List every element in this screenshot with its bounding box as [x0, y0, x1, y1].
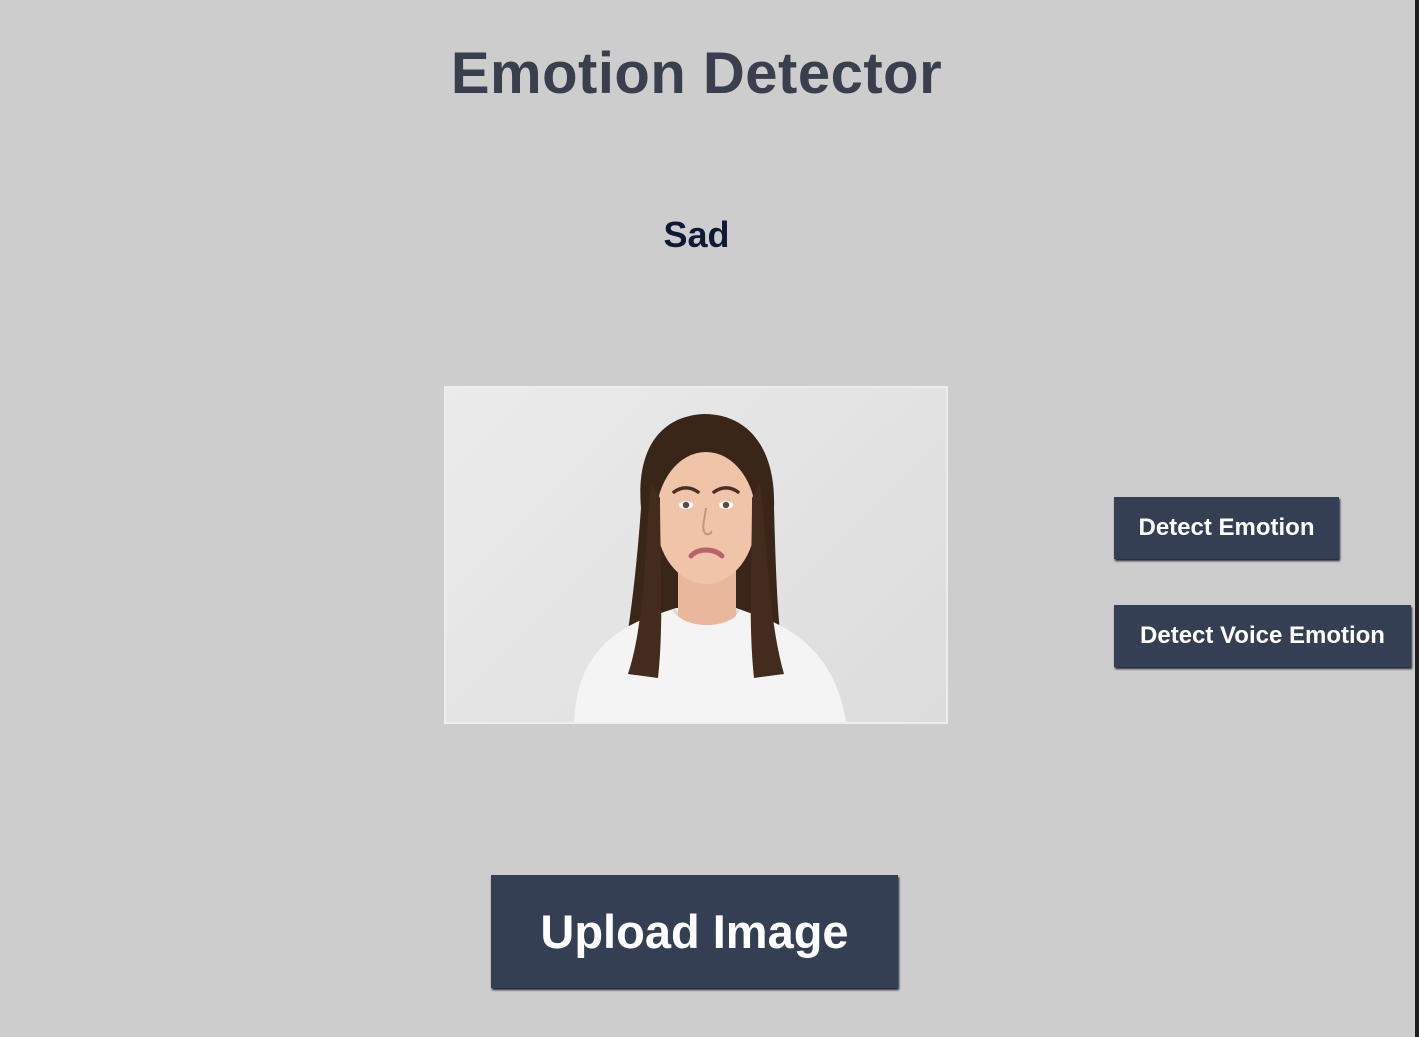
page-title: Emotion Detector [450, 41, 943, 106]
face-photo-icon [574, 414, 846, 722]
detect-voice-emotion-button[interactable]: Detect Voice Emotion [1114, 605, 1411, 667]
upload-image-button[interactable]: Upload Image [491, 875, 898, 988]
uploaded-image-preview [444, 386, 948, 724]
emotion-detector-window: Emotion Detector Sad Detect Emotion Dete… [0, 0, 1419, 1037]
detect-emotion-button[interactable]: Detect Emotion [1114, 497, 1339, 559]
emotion-result-label: Sad [663, 214, 730, 255]
